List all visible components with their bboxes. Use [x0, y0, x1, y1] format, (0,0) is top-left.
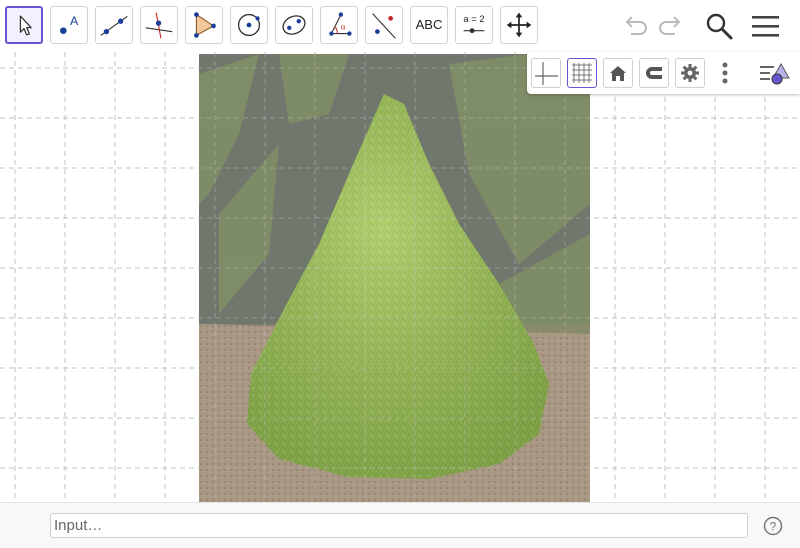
more-vertical-icon — [722, 62, 728, 84]
circle-tool-button[interactable] — [230, 6, 268, 44]
point-tool-label: A — [70, 14, 79, 28]
point-capturing-button[interactable] — [639, 58, 669, 88]
views-toggle-icon — [760, 62, 790, 85]
move-tool-button[interactable] — [5, 6, 43, 44]
magnet-icon — [646, 67, 662, 79]
text-icon: ABC — [415, 17, 443, 32]
axes-icon — [535, 62, 558, 85]
tree-image — [199, 54, 590, 502]
perpendicular-line-icon — [145, 12, 173, 39]
perpendicular-tool-button[interactable] — [140, 6, 178, 44]
style-bar — [527, 52, 800, 94]
more-options-button[interactable] — [715, 58, 735, 88]
input-bar: ? — [0, 502, 800, 548]
search-icon — [706, 13, 733, 40]
text-tool-button[interactable]: ABC — [410, 6, 448, 44]
line-through-two-points-icon — [100, 16, 128, 36]
slider-tool-label: a = 2 — [463, 14, 484, 25]
polygon-icon — [194, 12, 216, 38]
angle-icon: α — [329, 12, 352, 36]
cursor-arrow-icon — [19, 15, 32, 36]
ellipse-icon — [282, 15, 306, 35]
move-graphics-view-icon — [506, 12, 532, 38]
point-tool-button[interactable]: A — [50, 6, 88, 44]
slider-tool-button[interactable]: a = 2 — [455, 6, 493, 44]
tree-photo[interactable] — [199, 54, 590, 502]
help-label: ? — [770, 520, 777, 534]
reflect-tool-button[interactable] — [365, 6, 403, 44]
point-icon: A — [60, 14, 79, 34]
toggle-views-button[interactable] — [757, 58, 793, 88]
redo-button[interactable] — [653, 8, 689, 44]
polygon-tool-button[interactable] — [185, 6, 223, 44]
toggle-grid-button[interactable] — [567, 58, 597, 88]
toggle-axes-button[interactable] — [531, 58, 561, 88]
help-icon[interactable]: ? — [763, 516, 783, 536]
ellipse-tool-button[interactable] — [275, 6, 313, 44]
grid-icon — [572, 63, 592, 83]
standard-view-button[interactable] — [603, 58, 633, 88]
angle-tool-label: α — [341, 23, 346, 32]
angle-tool-button[interactable]: α — [320, 6, 358, 44]
redo-icon — [659, 16, 681, 35]
toolbar: A α ABC a = 2 — [0, 0, 800, 52]
home-icon — [610, 66, 626, 81]
main-menu-button[interactable] — [748, 8, 784, 44]
algebra-input-field[interactable] — [50, 513, 748, 538]
line-tool-button[interactable] — [95, 6, 133, 44]
gear-icon — [681, 64, 699, 82]
hamburger-menu-icon — [752, 16, 779, 37]
move-graphics-view-button[interactable] — [500, 6, 538, 44]
circle-center-point-icon — [237, 13, 261, 37]
graphics-settings-button[interactable] — [675, 58, 705, 88]
reflect-about-line-icon — [372, 13, 396, 39]
search-button[interactable] — [701, 8, 737, 44]
graphics-view[interactable] — [0, 52, 800, 502]
slider-icon: a = 2 — [463, 14, 485, 34]
undo-button[interactable] — [617, 8, 653, 44]
undo-icon — [625, 16, 647, 35]
